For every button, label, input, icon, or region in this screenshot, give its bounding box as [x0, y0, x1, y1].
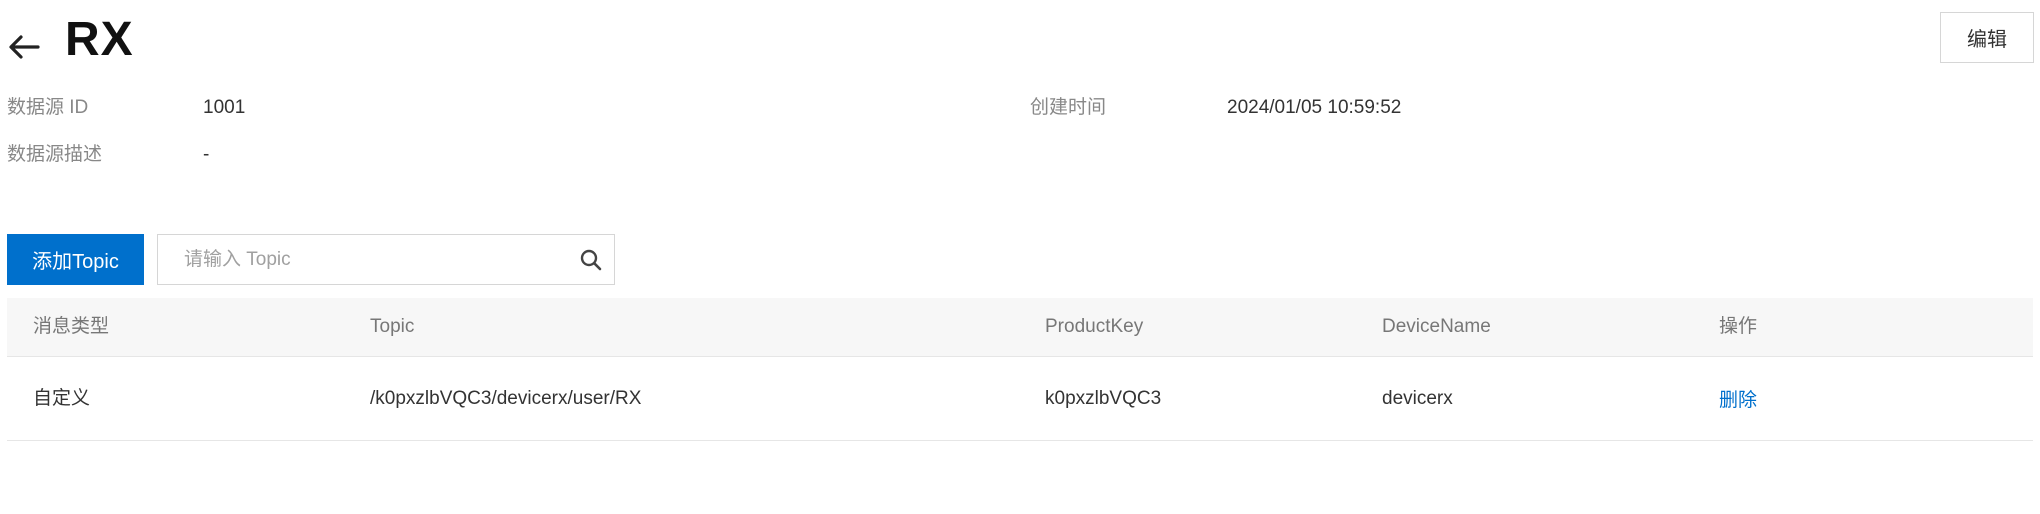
- topic-search-input[interactable]: [158, 235, 558, 284]
- cell-topic: /k0pxzlbVQC3/devicerx/user/RX: [370, 388, 642, 409]
- search-box: [157, 234, 615, 285]
- column-header-product-key: ProductKey: [1045, 316, 1144, 337]
- datasource-desc-value: -: [203, 144, 210, 165]
- datasource-id-value: 1001: [203, 97, 246, 118]
- search-icon[interactable]: [579, 248, 603, 272]
- created-time-value: 2024/01/05 10:59:52: [1227, 97, 1402, 118]
- back-arrow-icon[interactable]: [6, 30, 42, 62]
- add-topic-button[interactable]: 添加Topic: [7, 234, 144, 285]
- column-header-message-type: 消息类型: [33, 316, 110, 337]
- page: RX 编辑 数据源 ID 1001 创建时间 2024/01/05 10:59:…: [0, 0, 2040, 514]
- column-header-actions: 操作: [1719, 316, 1758, 337]
- delete-link[interactable]: 删除: [1719, 389, 1757, 413]
- created-time-label: 创建时间: [1030, 97, 1107, 118]
- column-header-topic: Topic: [370, 316, 415, 337]
- table-row: 自定义 /k0pxzlbVQC3/devicerx/user/RX k0pxzl…: [7, 357, 2033, 441]
- datasource-desc-label: 数据源描述: [7, 144, 103, 165]
- cell-product-key: k0pxzlbVQC3: [1045, 388, 1162, 409]
- table-header: 消息类型 Topic ProductKey DeviceName 操作: [7, 298, 2033, 357]
- cell-device-name: devicerx: [1382, 388, 1453, 409]
- datasource-id-label: 数据源 ID: [7, 97, 89, 118]
- page-title: RX: [65, 13, 134, 66]
- edit-button[interactable]: 编辑: [1940, 12, 2034, 63]
- cell-message-type: 自定义: [33, 388, 91, 409]
- column-header-device-name: DeviceName: [1382, 316, 1491, 337]
